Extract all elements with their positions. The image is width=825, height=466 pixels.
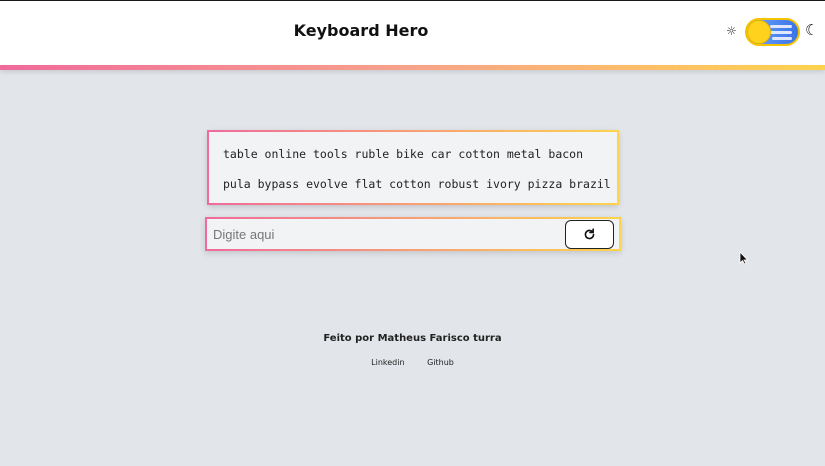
- linkedin-link[interactable]: Linkedin: [371, 358, 404, 367]
- header-bar: Keyboard Hero ☼ ☾: [0, 1, 825, 65]
- words-line: pula bypass evolve flat cotton robust iv…: [223, 177, 611, 191]
- github-link[interactable]: Github: [427, 358, 454, 367]
- moon-icon: ☾: [805, 21, 819, 39]
- header-gradient-bar: [0, 65, 825, 70]
- footer-links: Linkedin Github: [0, 358, 825, 367]
- reload-button[interactable]: [565, 220, 614, 249]
- sun-icon: ☼: [726, 24, 737, 38]
- words-line: table online tools ruble bike car cotton…: [223, 147, 584, 161]
- words-line-partial: balloon crystal fixed cloud ribbon mango…: [223, 199, 603, 203]
- app-title: Keyboard Hero: [293, 21, 429, 40]
- toggle-stripe: [770, 25, 792, 28]
- reload-icon: [584, 228, 595, 240]
- footer-credit: Feito por Matheus Farisco turra: [323, 333, 502, 344]
- words-display: table online tools ruble bike car cotton…: [207, 130, 619, 205]
- mouse-cursor-icon: [739, 251, 749, 265]
- toggle-knob: [748, 21, 770, 43]
- toggle-stripe: [772, 37, 792, 40]
- typing-area: [205, 217, 621, 251]
- typing-input[interactable]: [213, 219, 563, 249]
- theme-toggle[interactable]: [745, 18, 800, 46]
